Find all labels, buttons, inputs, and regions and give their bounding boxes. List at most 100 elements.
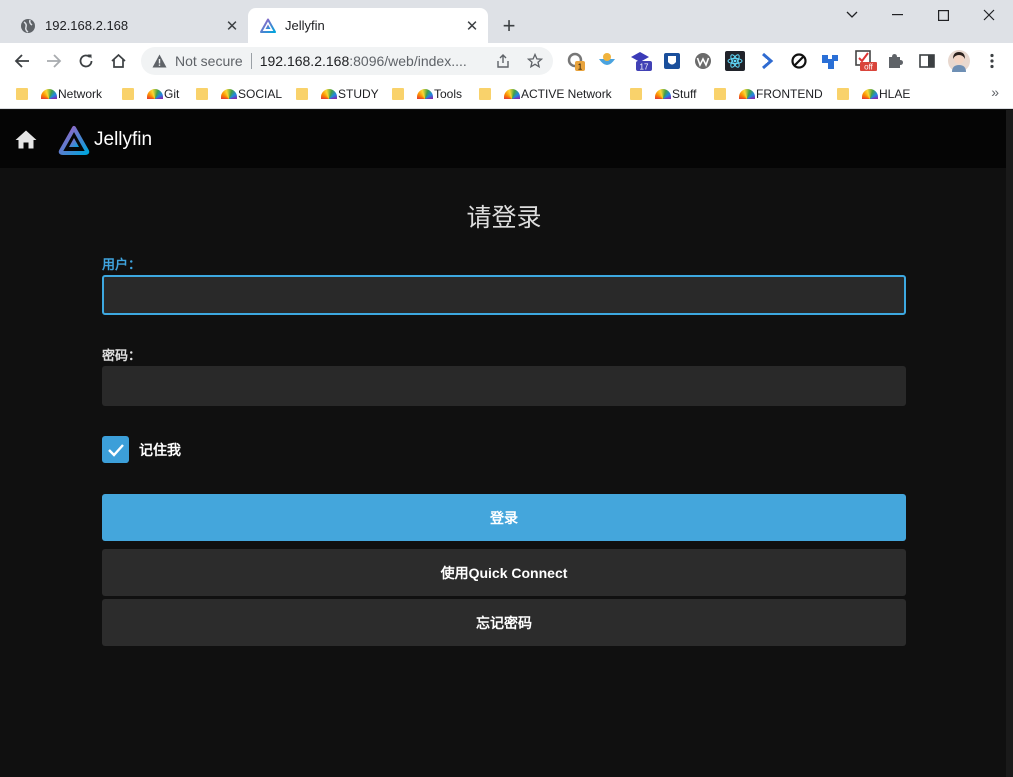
bookmark-frontend[interactable]: FRONTEND	[714, 85, 823, 103]
kebab-menu-icon[interactable]	[982, 51, 1002, 71]
bookmark-tools[interactable]: Tools	[392, 85, 462, 103]
jellyfin-favicon-icon	[260, 18, 276, 34]
forgot-password-button[interactable]: 忘记密码	[102, 599, 906, 646]
bookmark-label: SOCIAL	[238, 87, 283, 101]
bookmark-study[interactable]: STUDY	[296, 85, 379, 103]
page-title: 请登录	[466, 204, 542, 232]
share-icon[interactable]	[495, 53, 511, 69]
bookmark-network[interactable]: Network	[16, 85, 102, 103]
extension-arrow-icon[interactable]	[757, 51, 777, 71]
remember-me-label: 记住我	[139, 441, 181, 458]
globe-icon	[20, 18, 36, 34]
quick-connect-label: 使用Quick Connect	[440, 564, 568, 581]
bookmark-hlae[interactable]: HLAE	[837, 85, 910, 103]
bookmarks-bar: Network Git SOCIAL STUDY Tools ACTIVE Ne…	[0, 79, 1013, 109]
folder-icon	[296, 88, 308, 100]
password-label: 密码：	[102, 348, 142, 363]
home-icon[interactable]	[104, 47, 132, 75]
star-bookmark-icon[interactable]	[527, 53, 543, 69]
folder-icon	[714, 88, 726, 100]
bookmarks-overflow-icon[interactable]: »	[991, 84, 999, 100]
extension-graduation-icon[interactable]: 17	[630, 51, 654, 72]
app-header: Jellyfin	[0, 110, 1013, 168]
extensions-puzzle-icon[interactable]	[885, 51, 905, 71]
password-input[interactable]	[102, 366, 906, 406]
extension-badge: 1	[578, 63, 583, 72]
checkbox-checked[interactable]	[102, 436, 129, 463]
quick-connect-button[interactable]: 使用Quick Connect	[102, 549, 906, 596]
extension-puzzle-blue-icon[interactable]	[820, 51, 840, 71]
folder-icon	[196, 88, 208, 100]
minimize-button[interactable]	[874, 0, 920, 30]
profile-avatar[interactable]	[948, 50, 970, 72]
checkmark-icon	[107, 443, 124, 457]
tab-title: Jellyfin	[285, 18, 325, 33]
bookmark-active-network[interactable]: ACTIVE Network	[479, 85, 612, 103]
bookmark-stuff[interactable]: Stuff	[630, 85, 696, 103]
bookmark-label: Tools	[434, 87, 463, 101]
chevron-down-icon[interactable]	[829, 0, 875, 30]
folder-icon	[837, 88, 849, 100]
jellyfin-logo-icon	[58, 126, 90, 155]
page-scrollbar[interactable]	[1006, 110, 1013, 777]
home-icon[interactable]	[14, 128, 38, 150]
username-input[interactable]	[102, 275, 906, 315]
folder-icon	[122, 88, 134, 100]
extension-block-icon[interactable]	[789, 51, 809, 71]
forgot-password-label: 忘记密码	[476, 614, 532, 631]
security-label: Not secure	[175, 53, 243, 69]
folder-icon	[392, 88, 404, 100]
rainbow-icon	[417, 89, 433, 99]
forward-arrow-icon[interactable]	[40, 47, 68, 75]
close-tab-icon[interactable]: ✕	[462, 16, 482, 36]
extension-w-icon[interactable]	[693, 51, 713, 71]
login-button-label: 登录	[490, 509, 518, 526]
warning-icon[interactable]	[151, 53, 167, 69]
address-bar[interactable]: Not secure 192.168.2.168:8096/web/index.…	[141, 47, 553, 75]
bookmark-label: STUDY	[338, 87, 379, 101]
app-name: Jellyfin	[94, 129, 153, 150]
new-tab-button[interactable]: +	[497, 13, 521, 38]
address-host: 192.168.2.168	[259, 53, 350, 69]
rainbow-icon	[504, 89, 520, 99]
folder-icon	[16, 88, 28, 100]
rainbow-icon	[147, 89, 163, 99]
folder-icon	[630, 88, 642, 100]
address-divider	[250, 53, 252, 69]
rainbow-icon	[739, 89, 755, 99]
bookmark-label: ACTIVE Network	[521, 87, 612, 101]
remember-me-checkbox[interactable]: 记住我	[102, 436, 181, 463]
extension-bowl-icon[interactable]	[597, 51, 617, 71]
extension-badge: 17	[640, 63, 649, 72]
username-label: 用户：	[102, 257, 142, 272]
bookmark-label: Git	[164, 87, 180, 101]
extension-shield-icon[interactable]	[662, 51, 682, 71]
rainbow-icon	[655, 89, 671, 99]
tab-title: 192.168.2.168	[45, 18, 129, 33]
tab-active[interactable]: Jellyfin ✕	[248, 8, 488, 43]
bookmark-git[interactable]: Git	[122, 85, 179, 103]
address-path: :8096/web/index....	[349, 53, 467, 69]
extension-clock-icon[interactable]: 1	[566, 51, 586, 71]
tab-inactive[interactable]: 192.168.2.168 ✕	[8, 8, 248, 43]
close-window-button[interactable]	[966, 0, 1012, 30]
extension-off-icon[interactable]: off	[854, 50, 878, 72]
login-button[interactable]: 登录	[102, 494, 906, 541]
reload-icon[interactable]	[72, 47, 100, 75]
rainbow-icon	[321, 89, 337, 99]
bookmark-label: HLAE	[879, 87, 911, 101]
bookmark-social[interactable]: SOCIAL	[196, 85, 282, 103]
rainbow-icon	[862, 89, 878, 99]
tab-strip: 192.168.2.168 ✕ Jellyfin ✕ +	[0, 0, 1013, 43]
extension-react-icon[interactable]	[725, 51, 745, 71]
jellyfin-logo[interactable]: Jellyfin	[58, 124, 152, 156]
bookmark-label: Network	[58, 87, 103, 101]
side-panel-icon[interactable]	[917, 51, 937, 71]
rainbow-icon	[41, 89, 57, 99]
bookmark-label: Stuff	[672, 87, 697, 101]
maximize-button[interactable]	[920, 0, 966, 30]
extension-badge: off	[864, 63, 874, 72]
close-tab-icon[interactable]: ✕	[222, 16, 242, 36]
browser-toolbar: Not secure 192.168.2.168:8096/web/index.…	[0, 43, 1013, 79]
back-arrow-icon[interactable]	[8, 47, 36, 75]
